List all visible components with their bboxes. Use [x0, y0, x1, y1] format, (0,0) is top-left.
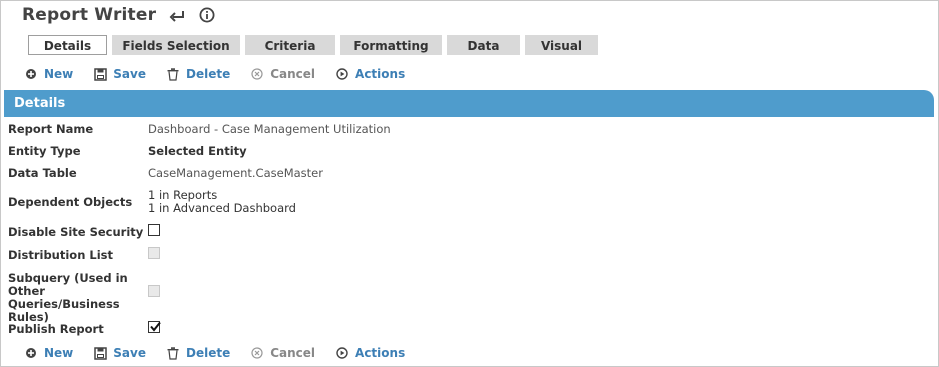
info-icon[interactable]: [196, 4, 218, 26]
tab-bar: Details Fields Selection Criteria Format…: [28, 35, 603, 55]
tab-details[interactable]: Details: [28, 35, 107, 55]
delete-button-bottom[interactable]: Delete: [166, 346, 230, 360]
new-button-label: New: [44, 346, 74, 360]
floppy-disk-icon: [93, 346, 107, 360]
trash-icon: [166, 67, 180, 81]
plus-circle-icon: [24, 346, 38, 360]
subquery-label: Subquery (Used in Other Queries/Business…: [8, 272, 144, 324]
new-button[interactable]: New: [24, 67, 73, 81]
distribution-list-label: Distribution List: [8, 248, 114, 262]
delete-button[interactable]: Delete: [166, 67, 230, 81]
cancel-circle-icon: [250, 67, 264, 81]
dependent-objects-dashboard: 1 in Advanced Dashboard: [148, 201, 296, 215]
actions-button[interactable]: Actions: [335, 67, 405, 81]
actions-button-label: Actions: [355, 346, 406, 360]
publish-report-field: [148, 321, 161, 333]
data-table-value: CaseManagement.CaseMaster: [148, 166, 323, 180]
entity-type-label: Entity Type: [8, 144, 81, 158]
subquery-field: [148, 285, 160, 297]
play-circle-icon: [335, 346, 349, 360]
tab-criteria[interactable]: Criteria: [245, 35, 335, 55]
save-button-bottom[interactable]: Save: [93, 346, 146, 360]
cancel-button-bottom[interactable]: Cancel: [250, 346, 315, 360]
dependent-objects-value: 1 in Reports 1 in Advanced Dashboard: [148, 189, 296, 215]
cancel-button-label: Cancel: [270, 67, 316, 81]
title-bar: Report Writer: [22, 4, 218, 26]
tab-visual[interactable]: Visual: [525, 35, 598, 55]
tab-data[interactable]: Data: [447, 35, 520, 55]
actions-button-bottom[interactable]: Actions: [335, 346, 405, 360]
publish-report-checkbox[interactable]: [148, 321, 161, 333]
publish-report-label: Publish Report: [8, 322, 104, 336]
disable-site-security-label: Disable Site Security: [8, 225, 144, 239]
undo-icon[interactable]: [166, 4, 188, 26]
report-name-label: Report Name: [8, 122, 94, 136]
cancel-button-label: Cancel: [270, 346, 316, 360]
cancel-button[interactable]: Cancel: [250, 67, 315, 81]
disable-site-security-checkbox[interactable]: [148, 224, 160, 236]
top-toolbar: New Save Delete Cancel Actions: [24, 67, 425, 81]
disable-site-security-field: [148, 224, 160, 236]
dependent-objects-label: Dependent Objects: [8, 195, 133, 209]
actions-button-label: Actions: [355, 67, 406, 81]
subquery-label-line2: Other Queries/Business: [8, 284, 120, 311]
new-button-label: New: [44, 67, 74, 81]
details-section-header: Details: [4, 90, 934, 117]
data-table-label: Data Table: [8, 166, 77, 180]
play-circle-icon: [335, 67, 349, 81]
subquery-checkbox[interactable]: [148, 285, 160, 297]
report-name-value: Dashboard - Case Management Utilization: [148, 122, 391, 136]
distribution-list-field: [148, 247, 160, 259]
save-button[interactable]: Save: [93, 67, 146, 81]
cancel-circle-icon: [250, 346, 264, 360]
new-button-bottom[interactable]: New: [24, 346, 73, 360]
distribution-list-checkbox[interactable]: [148, 247, 160, 259]
trash-icon: [166, 346, 180, 360]
delete-button-label: Delete: [185, 67, 231, 81]
floppy-disk-icon: [93, 67, 107, 81]
bottom-toolbar: New Save Delete Cancel Actions: [24, 346, 425, 360]
delete-button-label: Delete: [185, 346, 231, 360]
tab-formatting[interactable]: Formatting: [340, 35, 442, 55]
plus-circle-icon: [24, 67, 38, 81]
save-button-label: Save: [113, 346, 146, 360]
tab-fields-selection[interactable]: Fields Selection: [112, 35, 240, 55]
checkmark-icon: [150, 321, 161, 332]
page-title: Report Writer: [22, 5, 157, 25]
entity-type-value: Selected Entity: [148, 144, 247, 158]
save-button-label: Save: [113, 67, 146, 81]
